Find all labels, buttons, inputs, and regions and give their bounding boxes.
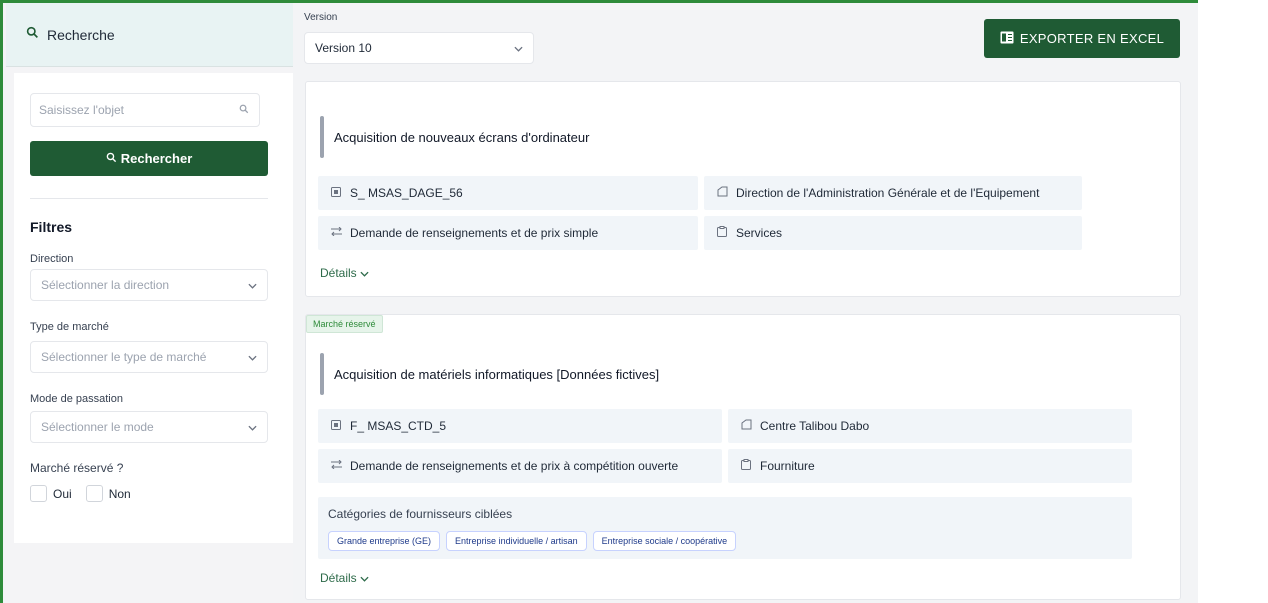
divider <box>30 198 268 199</box>
type-select-placeholder: Sélectionner le type de marché <box>41 350 207 364</box>
search-icon <box>106 151 117 166</box>
reference-cell: F_ MSAS_CTD_5 <box>318 409 722 443</box>
chevron-down-icon <box>514 41 523 55</box>
mode-text: Demande de renseignements et de prix sim… <box>350 226 599 240</box>
search-button[interactable]: Rechercher <box>30 141 268 176</box>
version-label: Version <box>304 12 338 23</box>
direction-select-placeholder: Sélectionner la direction <box>41 278 170 292</box>
non-checkbox[interactable] <box>85 485 103 502</box>
search-button-label: Rechercher <box>120 151 193 166</box>
right-margin <box>1198 0 1268 603</box>
direction-text: Direction de l'Administration Générale e… <box>736 186 1040 200</box>
details-label: Détails <box>320 571 357 585</box>
direction-cell: Centre Talibou Dabo <box>728 409 1132 443</box>
market-card: Marché réservé Acquisition de matériels … <box>305 314 1181 600</box>
version-select[interactable]: Version 10 <box>304 32 534 64</box>
reference-text: F_ MSAS_CTD_5 <box>350 419 447 433</box>
filter-panel: Saisissez l'objet Rechercher Filtres Dir… <box>14 73 293 543</box>
category-tag: Entreprise sociale / coopérative <box>592 531 737 551</box>
oui-label: Oui <box>53 486 72 501</box>
object-search-input[interactable]: Saisissez l'objet <box>30 93 260 127</box>
filters-title: Filtres <box>30 219 73 235</box>
card-title: Acquisition de matériels informatiques [… <box>320 353 659 395</box>
supplier-categories: Catégories de fournisseurs ciblées Grand… <box>318 497 1132 559</box>
type-text: Fourniture <box>760 459 815 473</box>
type-select[interactable]: Sélectionner le type de marché <box>30 341 268 373</box>
reserved-label: Marché réservé ? <box>30 461 124 475</box>
search-header[interactable]: Recherche <box>6 3 293 67</box>
details-toggle[interactable]: Détails <box>320 571 369 585</box>
supplier-categories-title: Catégories de fournisseurs ciblées <box>328 507 513 521</box>
clipboard-icon <box>716 226 728 240</box>
category-tags: Grande entreprise (GE) Entreprise indivi… <box>328 531 737 551</box>
search-header-label: Recherche <box>47 26 115 43</box>
card-title: Acquisition de nouveaux écrans d'ordinat… <box>320 116 589 158</box>
mode-text: Demande de renseignements et de prix à c… <box>350 459 679 473</box>
clipboard-icon <box>740 459 752 473</box>
search-icon <box>239 103 249 117</box>
reference-text: S_ MSAS_DAGE_56 <box>350 186 463 200</box>
building-icon <box>740 419 752 433</box>
chevron-down-icon <box>248 278 257 292</box>
chevron-down-icon <box>360 266 369 280</box>
card-title-text: Acquisition de matériels informatiques [… <box>334 366 660 382</box>
filter-label-direction: Direction <box>30 253 74 265</box>
reserved-badge: Marché réservé <box>306 315 383 333</box>
export-excel-button[interactable]: EXPORTER EN EXCEL <box>984 19 1180 58</box>
type-cell: Fourniture <box>728 449 1132 483</box>
chevron-down-icon <box>248 420 257 434</box>
non-label: Non <box>108 486 131 501</box>
object-search-placeholder: Saisissez l'objet <box>39 103 124 117</box>
mode-select[interactable]: Sélectionner le mode <box>30 411 268 443</box>
title-accent-bar <box>320 116 324 158</box>
reserved-options: Oui Non <box>30 485 131 502</box>
market-card: Acquisition de nouveaux écrans d'ordinat… <box>305 81 1181 297</box>
direction-cell: Direction de l'Administration Générale e… <box>704 176 1082 210</box>
reference-cell: S_ MSAS_DAGE_56 <box>318 176 698 210</box>
category-tag: Entreprise individuelle / artisan <box>446 531 587 551</box>
type-cell: Services <box>704 216 1082 250</box>
reference-icon <box>330 419 342 433</box>
oui-checkbox[interactable] <box>30 485 47 502</box>
card-title-text: Acquisition de nouveaux écrans d'ordinat… <box>334 129 590 145</box>
details-toggle[interactable]: Détails <box>320 266 369 280</box>
filter-label-type: Type de marché <box>30 321 109 333</box>
export-excel-label: EXPORTER EN EXCEL <box>1019 31 1165 46</box>
building-icon <box>716 186 728 200</box>
reference-icon <box>330 186 342 200</box>
title-accent-bar <box>320 353 324 395</box>
transfer-icon <box>330 459 342 472</box>
version-value: Version 10 <box>315 41 372 55</box>
type-text: Services <box>736 226 783 240</box>
chevron-down-icon <box>248 350 257 364</box>
mode-cell: Demande de renseignements et de prix sim… <box>318 216 698 250</box>
excel-icon <box>1000 31 1014 47</box>
direction-select[interactable]: Sélectionner la direction <box>30 269 268 301</box>
chevron-down-icon <box>360 571 369 585</box>
filter-label-mode: Mode de passation <box>30 393 123 405</box>
mode-cell: Demande de renseignements et de prix à c… <box>318 449 722 483</box>
category-tag: Grande entreprise (GE) <box>328 531 441 551</box>
direction-text: Centre Talibou Dabo <box>760 419 870 433</box>
details-label: Détails <box>320 266 357 280</box>
transfer-icon <box>330 226 342 239</box>
search-icon <box>26 26 39 44</box>
sidebar: Recherche Saisissez l'objet Rechercher F… <box>6 3 293 603</box>
mode-select-placeholder: Sélectionner le mode <box>41 420 154 434</box>
